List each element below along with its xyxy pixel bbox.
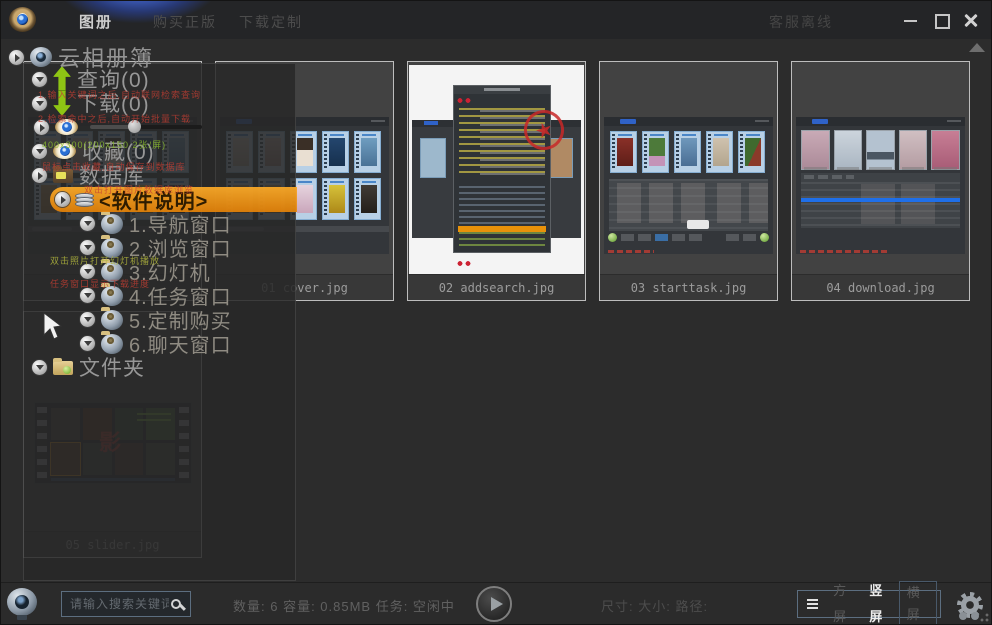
view-mode-group: 方屏 竖屏 横屏 <box>797 590 941 618</box>
thumbnail-cell-02[interactable]: ★ 02 addsearch.jpg <box>407 61 586 301</box>
chevron-down-icon[interactable] <box>80 216 95 231</box>
service-status[interactable]: 客服离线 <box>769 12 833 32</box>
maximize-button[interactable] <box>931 11 951 29</box>
thumbnail-cell-04[interactable]: 04 download.jpg <box>791 61 970 301</box>
tree-annotation: 任务窗口显示下载进度 <box>50 277 150 290</box>
chevron-down-icon[interactable] <box>32 72 47 87</box>
tree-root[interactable]: 云相册簿 <box>9 41 154 73</box>
menu-download-custom[interactable]: 下载定制 <box>239 12 303 32</box>
chevron-right-icon[interactable] <box>9 50 24 65</box>
thumbnail-label: 03 starttask.jpg <box>600 274 777 300</box>
tree-annotation: 双击照片打开幻灯机播放 <box>50 254 160 267</box>
app-eye-logo-icon <box>9 7 36 32</box>
tab-album[interactable]: 图册 <box>79 11 113 32</box>
webcam-icon <box>30 47 52 67</box>
list-view-icon[interactable] <box>807 599 818 609</box>
tree-annotation: 2.检索命中之后,自动开始批量下载 <box>38 112 191 125</box>
size-slider[interactable] <box>90 125 202 129</box>
thumbnail-cell-03[interactable]: 03 starttask.jpg <box>599 61 778 301</box>
webcam-logo-icon <box>7 588 37 616</box>
minimize-button[interactable] <box>901 11 921 29</box>
main-content: 00 01 cover.jpg <box>1 39 991 584</box>
tree-panel: 查询(0) 1.输入关键词之后,自动联网检索查询 下载(0) 2.检索命中之后,… <box>23 63 296 581</box>
chevron-right-icon[interactable] <box>55 192 70 207</box>
tree-annotation: 400x300(200x150 2张/屏) <box>42 138 166 151</box>
thumbnail-image-starttask <box>604 117 773 254</box>
folder-icon <box>101 310 123 330</box>
tree-root-label: 云相册簿 <box>58 41 154 73</box>
tree-annotation: 双击打开图片数据库浏览 <box>84 183 194 196</box>
thumbnail-label: 02 addsearch.jpg <box>408 274 585 300</box>
play-button[interactable] <box>476 586 512 622</box>
tree-item-folders[interactable]: 文件夹 <box>32 355 145 379</box>
tree-annotation: 鼠标点击收藏,自动保存到数据库 <box>42 160 186 173</box>
tree-annotation: 1.输入关键词之后,自动联网检索查询 <box>38 88 201 101</box>
tree-item-nav-window[interactable]: 1.导航窗口 <box>80 211 232 235</box>
tooltip-bubble <box>687 220 709 229</box>
search-box[interactable] <box>61 591 191 617</box>
view-mode-landscape[interactable]: 横屏 <box>899 581 937 625</box>
chevron-down-icon[interactable] <box>80 240 95 255</box>
library-stats: 数量: 6 容量: 0.85MB 任务: 空闲中 <box>233 596 455 615</box>
view-mode-square[interactable]: 方屏 <box>826 578 862 625</box>
resize-grip[interactable] <box>979 612 989 622</box>
search-icon[interactable] <box>171 599 181 609</box>
folder-icon <box>101 334 123 354</box>
app-window: 图册 购买正版 下载定制 客服离线 <box>0 0 992 625</box>
thumbnail-image-addsearch: ★ <box>409 65 584 276</box>
tree-item-custom-buy[interactable]: 5.定制购买 <box>80 307 232 331</box>
chevron-down-icon[interactable] <box>32 360 47 375</box>
view-mode-portrait[interactable]: 竖屏 <box>862 578 898 625</box>
folder-new-icon <box>53 361 73 375</box>
thumbnail-image-download <box>796 117 965 254</box>
chevron-down-icon[interactable] <box>80 312 95 327</box>
folder-icon <box>101 214 123 234</box>
scroll-up-icon[interactable] <box>969 43 985 52</box>
path-info: 尺寸: 大小: 路径: <box>601 596 708 615</box>
progress-row <box>801 198 960 202</box>
menu-buy-genuine[interactable]: 购买正版 <box>153 12 217 32</box>
search-input[interactable] <box>68 596 171 612</box>
status-bar: 数量: 6 容量: 0.85MB 任务: 空闲中 尺寸: 大小: 路径: 方屏 … <box>1 582 991 624</box>
thumbnail-label: 04 download.jpg <box>792 274 969 300</box>
title-bar: 图册 购买正版 下载定制 客服离线 <box>1 1 991 39</box>
mouse-cursor <box>41 311 63 341</box>
close-button[interactable] <box>961 11 981 29</box>
chevron-down-icon[interactable] <box>80 336 95 351</box>
